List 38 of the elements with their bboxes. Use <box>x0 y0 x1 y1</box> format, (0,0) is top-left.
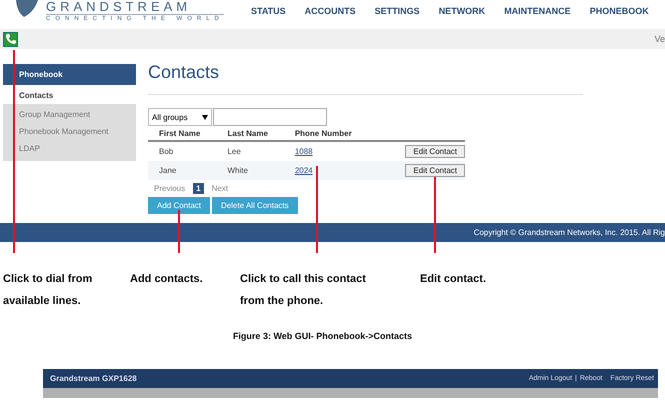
sidebar-item[interactable]: Contacts <box>3 87 136 104</box>
nav-link[interactable]: PHONEBOOK <box>590 6 649 16</box>
edit-contact-button[interactable]: Edit Contact <box>405 164 465 177</box>
sidebar-title: Phonebook <box>3 64 136 85</box>
phone-link[interactable]: 2024 <box>294 166 313 175</box>
table-cell: White <box>216 161 284 180</box>
nav-link[interactable]: MAINTENANCE <box>504 6 571 16</box>
dropdown-caret-icon <box>202 114 208 120</box>
annotation-text: Click to dial from <box>3 272 92 287</box>
annotation-text: from the phone. <box>240 294 324 309</box>
page-title: Contacts <box>148 62 220 83</box>
table-cell: Bob <box>148 141 216 161</box>
phone-link[interactable]: 1088 <box>294 147 313 156</box>
annotation-text: Add contacts. <box>130 272 203 287</box>
column-header: Last Name <box>216 127 284 141</box>
logo-icon <box>14 0 40 18</box>
annotation-text: available lines. <box>3 294 82 309</box>
nav-link[interactable]: STATUS <box>251 6 286 16</box>
table-cell: Jane <box>148 161 216 180</box>
nav-link[interactable]: NETWORK <box>438 6 486 16</box>
table-cell: Lee <box>216 141 284 161</box>
leader-line <box>178 210 180 253</box>
device-title: Grandstream GXP1628 <box>50 374 137 383</box>
annotation-text: Click to call this contact <box>240 272 366 287</box>
nav-link[interactable]: SETTINGS <box>374 6 420 16</box>
figure-caption: Figure 3: Web GUI- Phonebook->Contacts <box>232 331 412 341</box>
copyright-text: Copyright © Grandstream Networks, Inc. 2015. All Rig <box>474 228 665 237</box>
search-field[interactable] <box>213 108 327 126</box>
version-text: Ve <box>654 34 665 44</box>
annotation-text: Edit contact. <box>420 272 486 287</box>
page-button[interactable]: 1 <box>193 183 204 194</box>
nav-link[interactable]: ACCOUNTS <box>304 6 356 16</box>
group-select[interactable]: All groups <box>148 108 212 126</box>
logo-text: GRANDSTREAM <box>46 0 192 14</box>
edit-contact-button[interactable]: Edit Contact <box>405 145 465 158</box>
column-header: First Name <box>148 127 216 141</box>
column-header: Phone Number <box>284 127 373 141</box>
dial-button[interactable] <box>3 32 18 46</box>
